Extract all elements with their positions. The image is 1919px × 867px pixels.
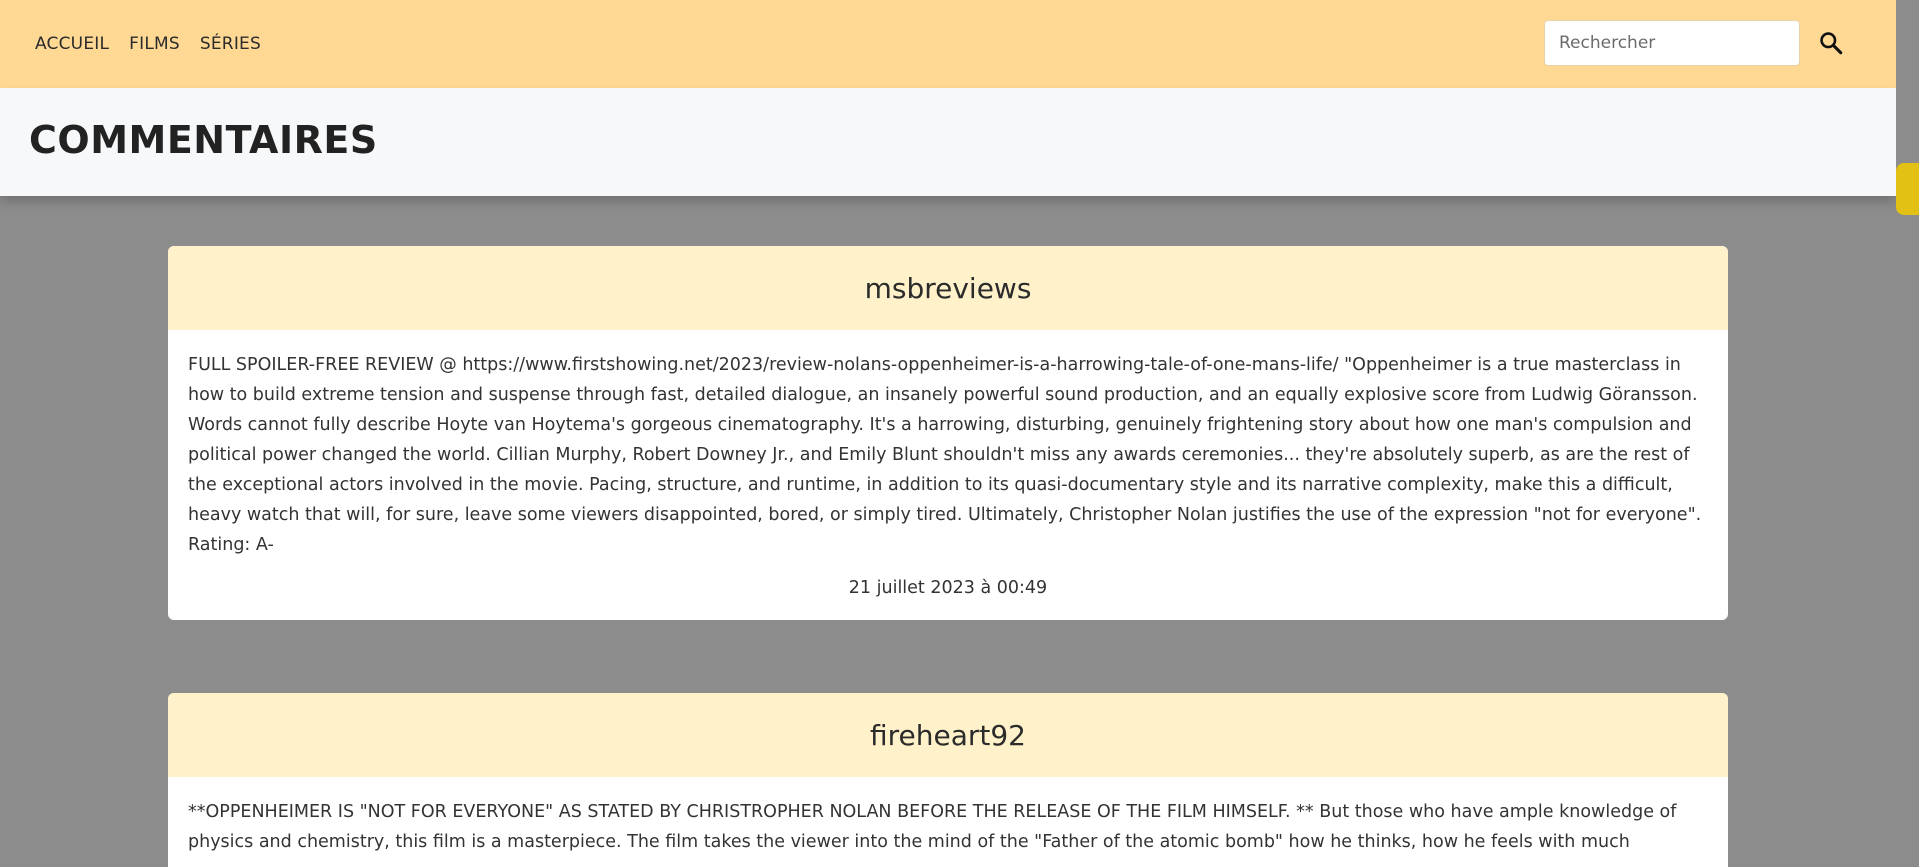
- search-button[interactable]: [1808, 20, 1854, 66]
- comment-text: **OPPENHEIMER IS "NOT FOR EVERYONE" AS S…: [188, 802, 1677, 852]
- comment-author: fireheart92: [869, 718, 1026, 752]
- nav-link-films[interactable]: FILMS: [129, 34, 180, 54]
- comment-card: fireheart92 **OPPENHEIMER IS "NOT FOR EV…: [168, 693, 1728, 867]
- vertical-scrollbar[interactable]: [1896, 0, 1919, 867]
- comment-text: FULL SPOILER-FREE REVIEW @ https://www.f…: [188, 355, 1702, 555]
- comment-header: msbreviews: [168, 246, 1728, 330]
- page-viewport: ACCUEIL FILMS SÉRIES COMMENTAIRES msbrev…: [0, 0, 1896, 867]
- comment-author: msbreviews: [864, 271, 1032, 305]
- scrollbar-thumb[interactable]: [1896, 163, 1919, 215]
- top-navbar: ACCUEIL FILMS SÉRIES: [0, 0, 1896, 88]
- search-bar: [1544, 20, 1854, 66]
- page-header: COMMENTAIRES: [0, 88, 1896, 196]
- comment-header: fireheart92: [168, 693, 1728, 777]
- page-title: COMMENTAIRES: [29, 118, 378, 162]
- nav-links: ACCUEIL FILMS SÉRIES: [35, 34, 261, 54]
- search-input[interactable]: [1544, 20, 1800, 66]
- search-icon: [1820, 32, 1843, 55]
- nav-link-series[interactable]: SÉRIES: [200, 34, 261, 54]
- nav-link-accueil[interactable]: ACCUEIL: [35, 34, 109, 54]
- comment-card: msbreviews FULL SPOILER-FREE REVIEW @ ht…: [168, 246, 1728, 620]
- comment-date: 21 juillet 2023 à 00:49: [848, 578, 1048, 598]
